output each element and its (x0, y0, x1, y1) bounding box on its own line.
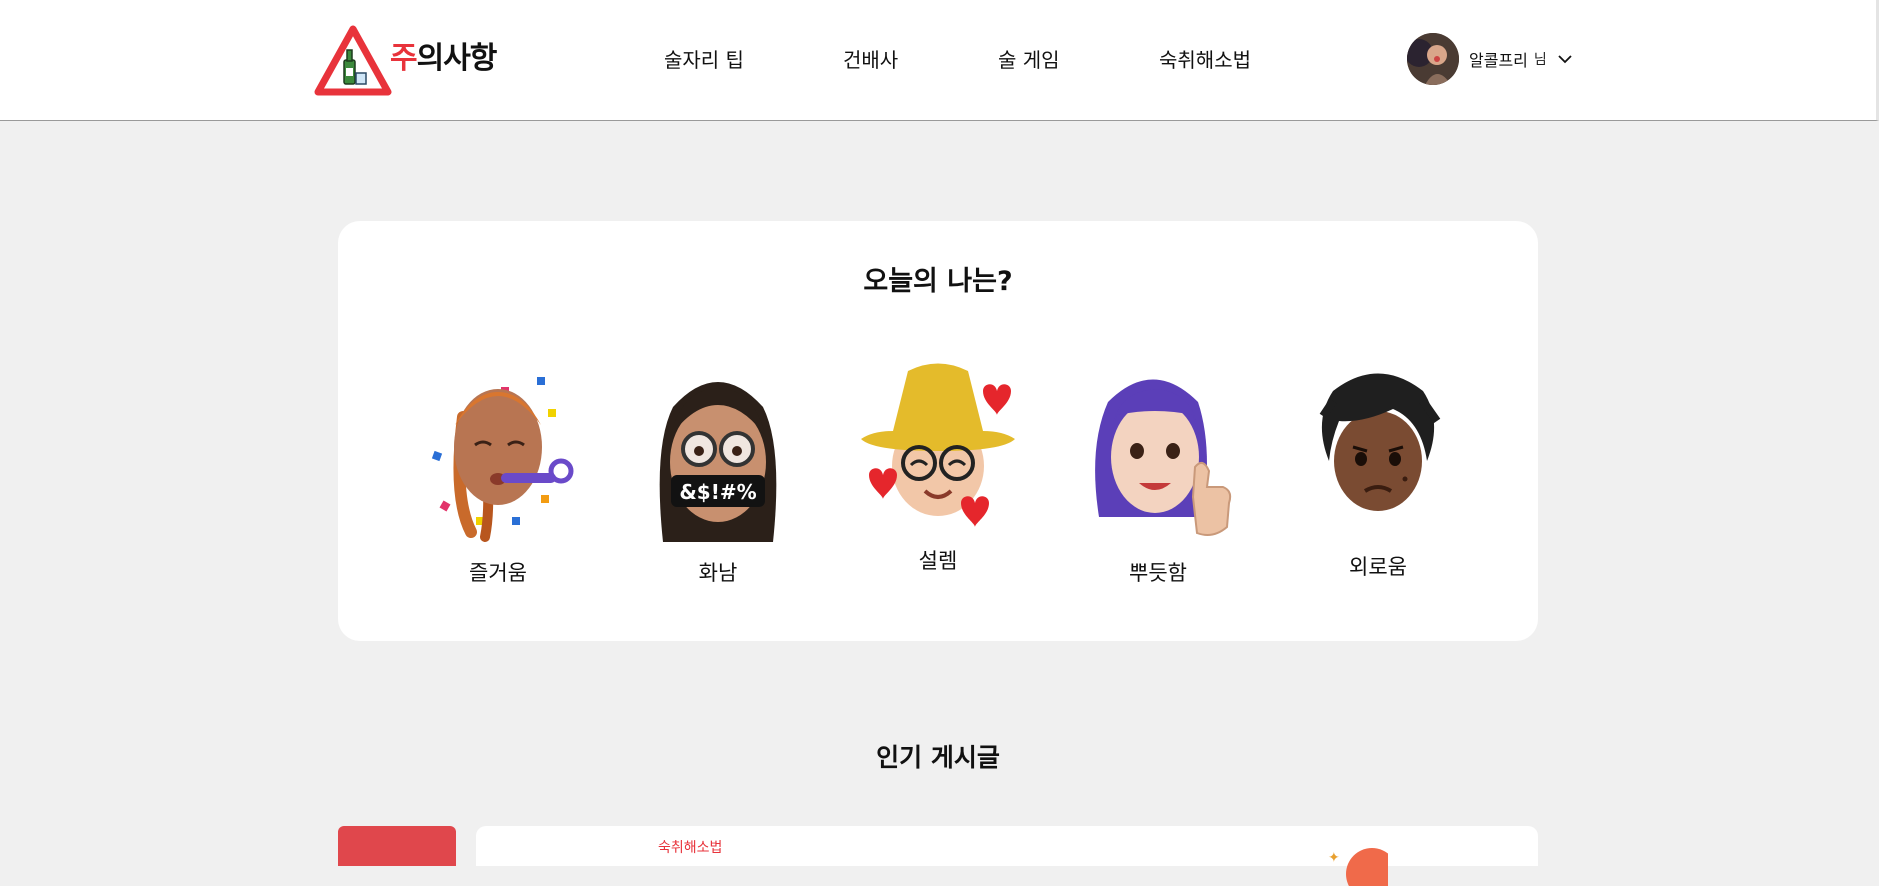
top-header: 주의사항 술자리 팁 건배사 술 게임 숙취해소법 알콜프리 님 (0, 0, 1879, 121)
mood-option-lonely[interactable]: 외로움 (1278, 367, 1478, 581)
mood-title: 오늘의 나는? (863, 266, 1013, 297)
mood-option-angry[interactable]: &$!#% 화남 (618, 367, 818, 587)
user-menu[interactable]: 알콜프리 님 (1407, 33, 1573, 85)
mood-label: 즐거움 (469, 561, 527, 585)
censored-mouth-text: &$!#% (679, 480, 756, 504)
mood-card: 오늘의 나는? 즐거움 &$!#% 화남 설렘 뿌듯함 외로움 (338, 221, 1538, 641)
mood-label: 뿌듯함 (1129, 561, 1187, 585)
post-thumbnail-icon: ✦ (1328, 848, 1388, 886)
mood-option-excited[interactable]: 설렘 (838, 363, 1038, 575)
mood-label: 외로움 (1349, 555, 1407, 579)
post-category: 숙취해소법 (658, 840, 723, 856)
nav-item-toast[interactable]: 건배사 (843, 44, 898, 73)
post-card[interactable]: 숙취해소법 ✦ (476, 826, 1538, 886)
user-avatar-icon (1407, 33, 1459, 85)
popular-posts-title: 인기 게시글 (876, 743, 1000, 772)
angry-memoji-icon: &$!#% (659, 382, 777, 542)
user-honorific: 님 (1533, 52, 1547, 68)
svg-text:✦: ✦ (1328, 850, 1340, 866)
mood-option-joy[interactable]: 즐거움 (398, 367, 598, 587)
nav-item-drinking-games[interactable]: 술 게임 (998, 44, 1060, 73)
mood-option-proud[interactable]: 뿌듯함 (1058, 367, 1258, 587)
love-memoji-icon (861, 363, 1015, 527)
mood-label: 화남 (698, 561, 738, 585)
lonely-memoji-icon (1319, 373, 1441, 511)
nav-item-hangover-cures[interactable]: 숙취해소법 (1159, 44, 1251, 73)
avatar (1407, 33, 1459, 85)
mood-label: 설렘 (918, 549, 958, 573)
nav-item-drinking-tips[interactable]: 술자리 팁 (664, 44, 744, 73)
post-category-tab[interactable] (338, 826, 456, 866)
proud-memoji-icon (1095, 379, 1232, 536)
party-memoji-icon (431, 377, 574, 542)
chevron-down-icon[interactable] (1557, 51, 1573, 67)
user-name: 알콜프리 (1469, 51, 1528, 70)
main-nav: 술자리 팁 건배사 술 게임 숙취해소법 (0, 44, 1876, 74)
